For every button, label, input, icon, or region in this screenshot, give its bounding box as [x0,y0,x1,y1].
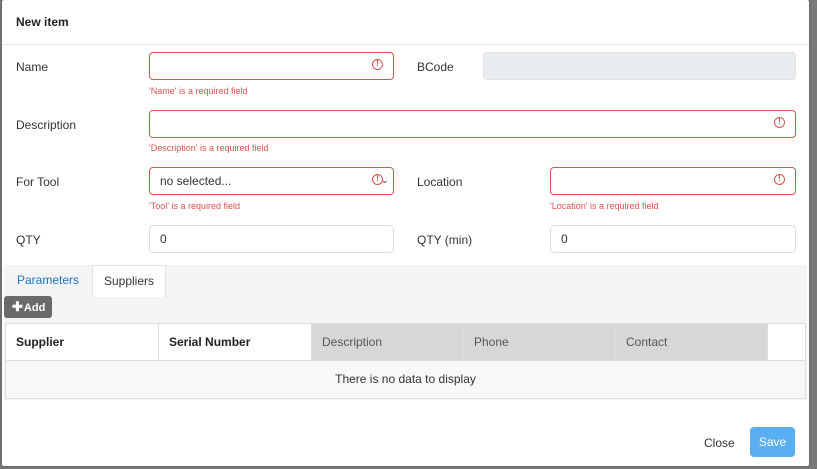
qty-min-value: 0 [561,232,568,246]
for-tool-select[interactable]: no selected... ! ⌄ [149,167,394,195]
suppliers-grid: Supplier Serial Number Description Phone… [5,323,806,399]
column-header-contact[interactable]: Contact [616,324,768,361]
description-error: 'Description' is a required field [149,143,269,153]
chevron-down-icon: ⌄ [380,175,389,186]
qty-value: 0 [160,232,167,246]
for-tool-error: 'Tool' is a required field [149,201,240,211]
name-input[interactable]: ! [149,52,394,80]
for-tool-label: For Tool [16,175,60,189]
tab-suppliers[interactable]: Suppliers [92,265,166,297]
save-button[interactable]: Save [750,427,795,457]
column-header-phone[interactable]: Phone [464,324,616,361]
column-header-supplier[interactable]: Supplier [6,324,159,361]
location-label: Location [417,175,463,189]
name-error: 'Name' is a required field [149,86,248,96]
description-label: Description [16,118,77,132]
dialog-header: New item [2,0,809,45]
description-input[interactable]: ! [149,110,796,138]
for-tool-value: no selected... [160,174,232,188]
error-icon: ! [372,59,383,70]
close-button[interactable]: Close [704,436,735,450]
qty-min-input[interactable]: 0 [550,225,796,253]
add-button[interactable]: ✚Add [4,296,52,318]
qty-label: QTY [16,233,41,247]
new-item-dialog: New item Name ! 'Name' is a required fie… [2,0,809,466]
column-header-description[interactable]: Description [312,324,464,361]
error-icon: ! [774,117,785,128]
tab-parameters[interactable]: Parameters [6,265,90,296]
dialog-title: New item [16,15,69,29]
column-header-serial-number[interactable]: Serial Number [159,324,312,361]
grid-empty-message: There is no data to display [6,361,805,398]
location-input[interactable]: ! [550,167,796,195]
location-error: 'Location' is a required field [550,201,659,211]
column-header-spacer [768,324,805,361]
add-button-label: Add [23,302,46,314]
bcode-input [483,52,796,80]
bcode-label: BCode [417,60,454,74]
qty-min-label: QTY (min) [417,233,473,247]
qty-input[interactable]: 0 [149,225,394,253]
name-label: Name [16,60,49,74]
error-icon: ! [774,174,785,185]
plus-icon: ✚ [12,299,23,314]
